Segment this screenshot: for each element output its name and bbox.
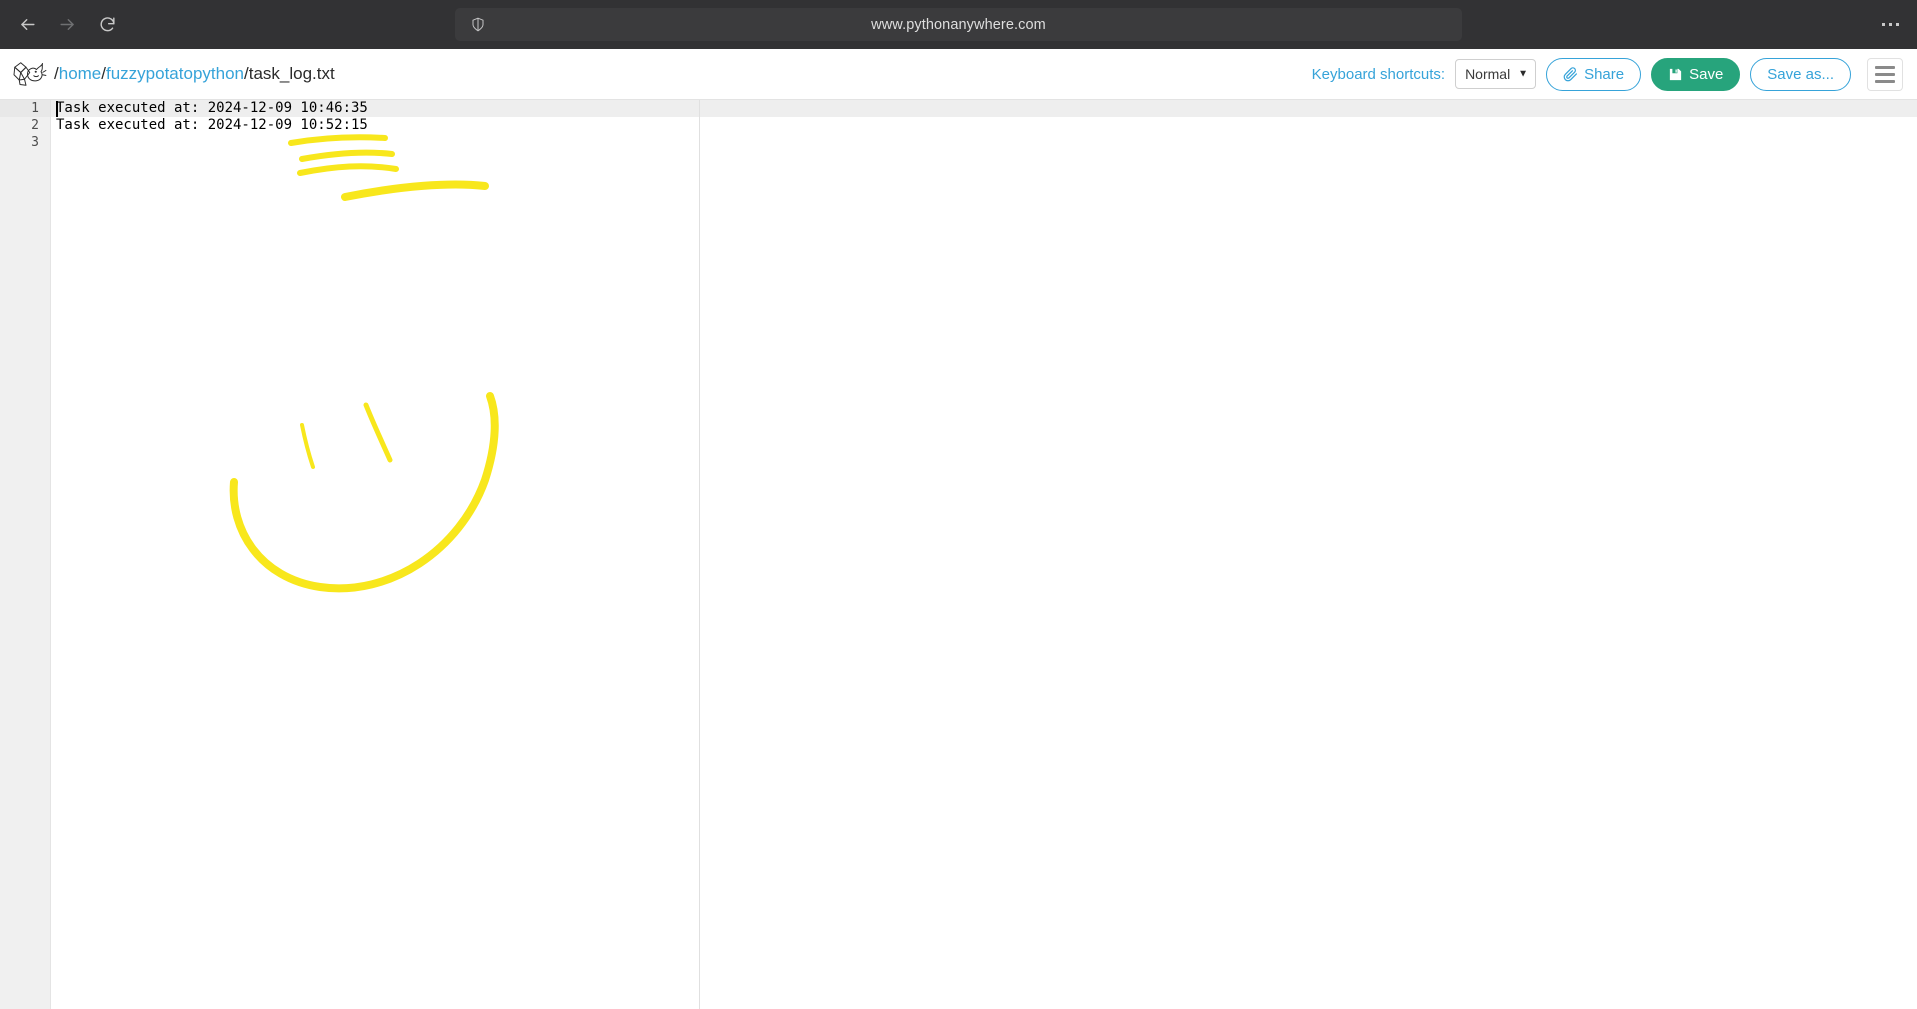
line-number: 2 (0, 117, 50, 134)
share-button[interactable]: Share (1546, 58, 1641, 91)
hamburger-menu-button[interactable] (1867, 58, 1903, 91)
save-as-button-label: Save as... (1767, 66, 1834, 83)
print-margin-ruler (699, 100, 700, 1009)
save-button-label: Save (1689, 66, 1723, 83)
share-button-label: Share (1584, 66, 1624, 83)
code-content-area[interactable]: Task executed at: 2024-12-09 10:46:35 Ta… (51, 100, 1917, 1009)
floppy-disk-icon (1668, 67, 1683, 82)
paperclip-icon (1563, 67, 1578, 82)
breadcrumb-segment-user[interactable]: fuzzypotatopython (106, 64, 244, 83)
breadcrumb-segment-home[interactable]: home (59, 64, 102, 83)
arrow-right-icon (58, 15, 77, 34)
save-button[interactable]: Save (1651, 58, 1740, 91)
keymap-select-wrapper: Normal ▼ (1455, 59, 1536, 89)
browser-nav-buttons (0, 8, 124, 42)
address-bar[interactable]: www.pythonanywhere.com (455, 8, 1462, 41)
arrow-left-icon (18, 15, 37, 34)
header-actions: Keyboard shortcuts: Normal ▼ Share Save (1312, 58, 1903, 91)
back-button[interactable] (10, 8, 44, 42)
code-line[interactable]: Task executed at: 2024-12-09 10:52:15 (51, 117, 1917, 134)
keymap-select[interactable]: Normal (1455, 59, 1536, 89)
shield-icon[interactable] (463, 8, 493, 41)
forward-button[interactable] (50, 8, 84, 42)
app-header: /home/fuzzypotatopython/task_log.txt Key… (0, 49, 1917, 100)
browser-menu-button[interactable] (1873, 8, 1907, 41)
code-editor[interactable]: 1 2 3 Task executed at: 2024-12-09 10:46… (0, 100, 1917, 1009)
breadcrumb: /home/fuzzypotatopython/task_log.txt (54, 64, 335, 84)
url-text: www.pythonanywhere.com (493, 17, 1462, 33)
line-number-gutter: 1 2 3 (0, 100, 51, 1009)
three-dots-menu-icon (1882, 23, 1899, 26)
hamburger-menu-icon (1875, 66, 1895, 83)
text-cursor (56, 101, 58, 117)
keyboard-shortcuts-label: Keyboard shortcuts: (1312, 66, 1445, 83)
line-number: 3 (0, 134, 50, 151)
code-line[interactable] (51, 134, 1917, 151)
reload-icon (98, 15, 117, 34)
save-as-button[interactable]: Save as... (1750, 58, 1851, 91)
breadcrumb-filename: task_log.txt (249, 64, 335, 83)
line-number: 1 (0, 100, 50, 117)
pythonanywhere-logo-icon[interactable] (10, 55, 48, 93)
browser-chrome: www.pythonanywhere.com (0, 0, 1917, 49)
reload-button[interactable] (90, 8, 124, 42)
code-line[interactable]: Task executed at: 2024-12-09 10:46:35 (51, 100, 1917, 117)
